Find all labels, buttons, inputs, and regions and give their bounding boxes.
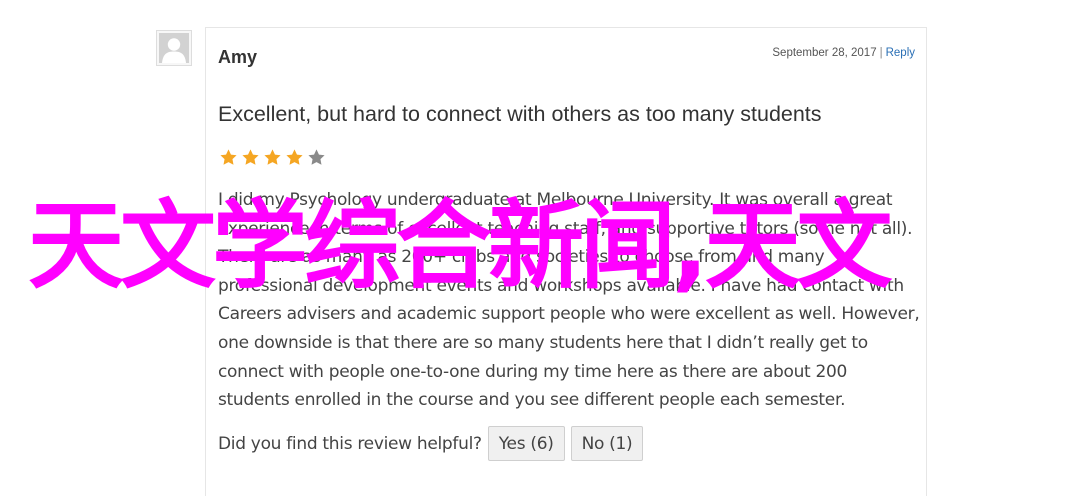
star-icon	[242, 149, 259, 165]
review-body-line: I did my Psychology undergraduate at Mel…	[218, 190, 893, 210]
review-body-line: Careers advisers and academic support pe…	[218, 304, 920, 325]
review-body: I did my Psychology undergraduate at Mel…	[218, 186, 920, 415]
star-icon	[286, 149, 303, 165]
avatar	[156, 30, 192, 66]
helpful-yes-button[interactable]: Yes (6)	[487, 426, 565, 461]
reply-link[interactable]: Reply	[886, 47, 915, 59]
helpful-section: Did you find this review helpful? Yes (6…	[218, 426, 644, 461]
review-body-line: connect with people one-to-one during my…	[218, 361, 848, 382]
star-icon	[264, 149, 281, 165]
star-icon	[220, 149, 237, 165]
review-title: Excellent, but hard to connect with othe…	[218, 102, 822, 126]
review-body-line: experience in terms of excellent teachin…	[218, 218, 913, 239]
review-body-line: professional development events and work…	[218, 275, 904, 296]
meta-separator: |	[879, 47, 883, 59]
review-body-line: There are as many as 200+ clubs and soci…	[218, 247, 825, 268]
review-date: September 28, 2017	[772, 47, 877, 59]
helpful-prompt: Did you find this review helpful?	[218, 433, 482, 454]
default-user-avatar-icon	[159, 33, 189, 63]
review-body-line: students enrolled in the course and you …	[218, 390, 846, 411]
star-rating	[219, 148, 326, 167]
star-icon	[308, 149, 325, 165]
review-card: Amy September 28, 2017 | Reply Excellent, …	[205, 27, 927, 496]
review-meta: September 28, 2017 | Reply	[772, 47, 915, 59]
review-author: Amy	[218, 47, 258, 67]
review-page: Amy September 28, 2017 | Reply Excellent, …	[0, 0, 1080, 496]
helpful-no-button[interactable]: No (1)	[570, 426, 644, 461]
review-body-line: one downside is that there are so many s…	[218, 332, 868, 353]
